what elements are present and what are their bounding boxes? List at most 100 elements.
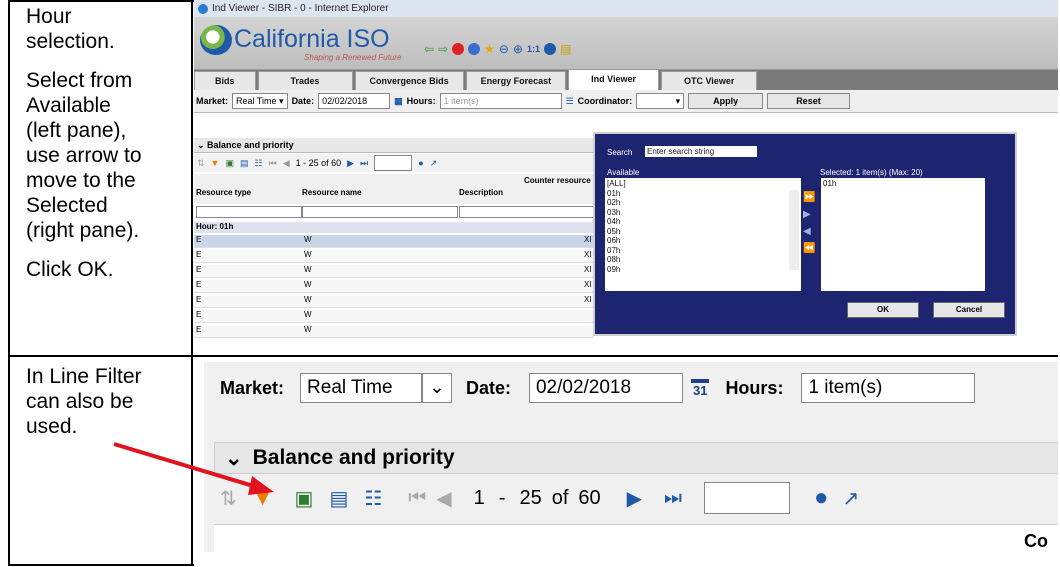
text-line: (right pane). xyxy=(26,219,140,242)
filter-input-description[interactable] xyxy=(459,206,599,218)
go-page-icon[interactable]: ● xyxy=(418,158,423,168)
list-item[interactable]: 07h xyxy=(607,246,799,256)
counter-resource-header: Counter resource xyxy=(524,176,591,185)
sort-icon[interactable]: ⇅ xyxy=(197,158,205,169)
list-item[interactable]: 09h xyxy=(607,265,799,275)
tab-otc-viewer[interactable]: OTC Viewer xyxy=(660,71,758,90)
next-page-icon[interactable]: ▶ xyxy=(347,158,354,169)
go-page-icon[interactable]: ● xyxy=(814,484,829,512)
available-scrollbar[interactable] xyxy=(789,190,799,270)
table-row[interactable]: E W XI xyxy=(194,280,594,293)
tab-bar: Bids Trades Convergence Bids Energy Fore… xyxy=(194,69,1058,90)
first-page-icon[interactable]: ⏮ xyxy=(408,487,426,510)
hours-input[interactable]: 1 item(s) xyxy=(439,93,562,109)
page-input[interactable] xyxy=(704,482,791,514)
filter-input-name[interactable] xyxy=(302,206,458,218)
cell-resource-name: W xyxy=(304,325,312,334)
tab-bids[interactable]: Bids xyxy=(194,71,256,90)
market-select[interactable]: Real Time xyxy=(300,373,423,403)
print-icon[interactable]: ▤ xyxy=(329,486,348,511)
column-chooser-icon[interactable]: ☷ xyxy=(255,158,263,169)
tab-ind-viewer[interactable]: Ind Viewer xyxy=(568,69,659,90)
move-right-icon[interactable]: ▶ xyxy=(803,209,817,220)
tab-trades[interactable]: Trades xyxy=(257,71,353,90)
move-all-left-icon[interactable]: ⏪ xyxy=(803,243,817,254)
calendar-icon[interactable]: 31 xyxy=(690,378,710,398)
print-icon[interactable]: ▤ xyxy=(240,158,249,169)
text-line: move to the xyxy=(26,169,136,192)
search-input[interactable]: Enter search string xyxy=(645,146,757,157)
table-border-top xyxy=(8,0,194,2)
table-row[interactable]: EW xyxy=(194,325,594,338)
excel-export-icon[interactable]: ▣ xyxy=(295,486,314,511)
list-item[interactable]: [ALL] xyxy=(607,179,799,189)
cancel-button[interactable]: Cancel xyxy=(933,302,1005,318)
list-item[interactable]: 01h xyxy=(607,189,799,199)
apply-button[interactable]: Apply xyxy=(688,93,764,109)
prev-page-icon[interactable]: ◀ xyxy=(283,158,290,169)
table-border-left xyxy=(8,0,10,566)
next-page-icon[interactable]: ▶ xyxy=(627,486,642,511)
date-input[interactable]: 02/02/2018 xyxy=(528,373,683,403)
table-row[interactable]: E W XI xyxy=(194,265,594,278)
cell-resource-type: E xyxy=(196,250,202,259)
filter-input-type[interactable] xyxy=(196,206,302,218)
move-left-icon[interactable]: ◀ xyxy=(803,226,817,237)
forward-arrow-icon[interactable]: ⇨ xyxy=(438,42,448,56)
available-list[interactable]: [ALL] 01h 02h 03h 04h 05h 06h 07h 08h 09h xyxy=(605,178,801,291)
zoom-reset-label[interactable]: 1:1 xyxy=(527,44,540,54)
hours-list-icon[interactable]: ☰ xyxy=(566,96,574,107)
calendar-icon[interactable]: ▦ xyxy=(394,96,403,107)
document-icon[interactable]: ▤ xyxy=(560,42,571,56)
hours-input[interactable]: 1 item(s) xyxy=(801,373,976,403)
pager-first: 1 xyxy=(473,486,485,509)
list-item[interactable]: 06h xyxy=(607,236,799,246)
page-input[interactable] xyxy=(374,155,413,171)
section-header[interactable]: ⌄ Balance and priority xyxy=(194,138,597,153)
column-chooser-icon[interactable]: ☷ xyxy=(364,486,382,511)
section-header[interactable]: ⌄ Balance and priority xyxy=(214,442,1058,474)
column-resource-name[interactable]: Resource name xyxy=(302,188,362,197)
table-row[interactable]: E W XI xyxy=(194,235,594,248)
stop-icon[interactable] xyxy=(452,43,465,55)
cell-resource-type: E xyxy=(196,310,202,319)
market-dropdown-icon[interactable]: ⌄ xyxy=(422,373,452,403)
table-row[interactable]: EW xyxy=(194,310,594,323)
tab-energy-forecast[interactable]: Energy Forecast xyxy=(465,71,567,90)
list-item[interactable]: 02h xyxy=(607,198,799,208)
zoom-in-icon[interactable]: ⊕ xyxy=(513,42,523,56)
last-page-icon[interactable]: ⏭ xyxy=(360,158,368,169)
filter-bar: Market: Real Time ▾ Date: 02/02/2018 ▦ H… xyxy=(194,90,1058,113)
column-description[interactable]: Description xyxy=(459,188,503,197)
table-row[interactable]: E W XI xyxy=(194,295,594,308)
excel-export-icon[interactable]: ▣ xyxy=(225,158,234,169)
hours-label: Hours: xyxy=(406,96,436,106)
move-all-right-icon[interactable]: ⏩ xyxy=(803,192,817,203)
prev-page-icon[interactable]: ◀ xyxy=(436,486,451,511)
back-arrow-icon[interactable]: ⇦ xyxy=(424,42,434,56)
date-input[interactable]: 02/02/2018 xyxy=(318,93,391,109)
refresh-icon[interactable] xyxy=(468,43,481,55)
selected-list[interactable]: 01h xyxy=(821,178,985,291)
list-item[interactable]: 04h xyxy=(607,217,799,227)
list-item[interactable]: 08h xyxy=(607,255,799,265)
list-item[interactable]: 01h xyxy=(823,179,983,189)
help-icon[interactable] xyxy=(544,43,557,55)
list-item[interactable]: 05h xyxy=(607,227,799,237)
zoom-out-icon[interactable]: ⊖ xyxy=(499,42,509,56)
reset-button[interactable]: Reset xyxy=(767,93,850,109)
last-page-icon[interactable]: ⏭ xyxy=(664,487,682,510)
column-resource-type[interactable]: Resource type xyxy=(196,188,251,197)
market-select[interactable]: Real Time ▾ xyxy=(232,93,288,109)
ok-button[interactable]: OK xyxy=(847,302,919,318)
cell-resource-type: E xyxy=(196,325,202,334)
favorite-star-icon[interactable]: ★ xyxy=(484,42,495,56)
popout-icon[interactable]: ↗ xyxy=(843,486,860,511)
filter-icon[interactable]: ▼ xyxy=(211,158,220,168)
list-item[interactable]: 03h xyxy=(607,208,799,218)
first-page-icon[interactable]: ⏮ xyxy=(269,158,277,169)
table-row[interactable]: E W XI xyxy=(194,250,594,263)
popout-icon[interactable]: ↗ xyxy=(430,158,438,169)
tab-convergence-bids[interactable]: Convergence Bids xyxy=(354,71,464,90)
coordinator-select[interactable]: ▾ xyxy=(636,93,685,109)
